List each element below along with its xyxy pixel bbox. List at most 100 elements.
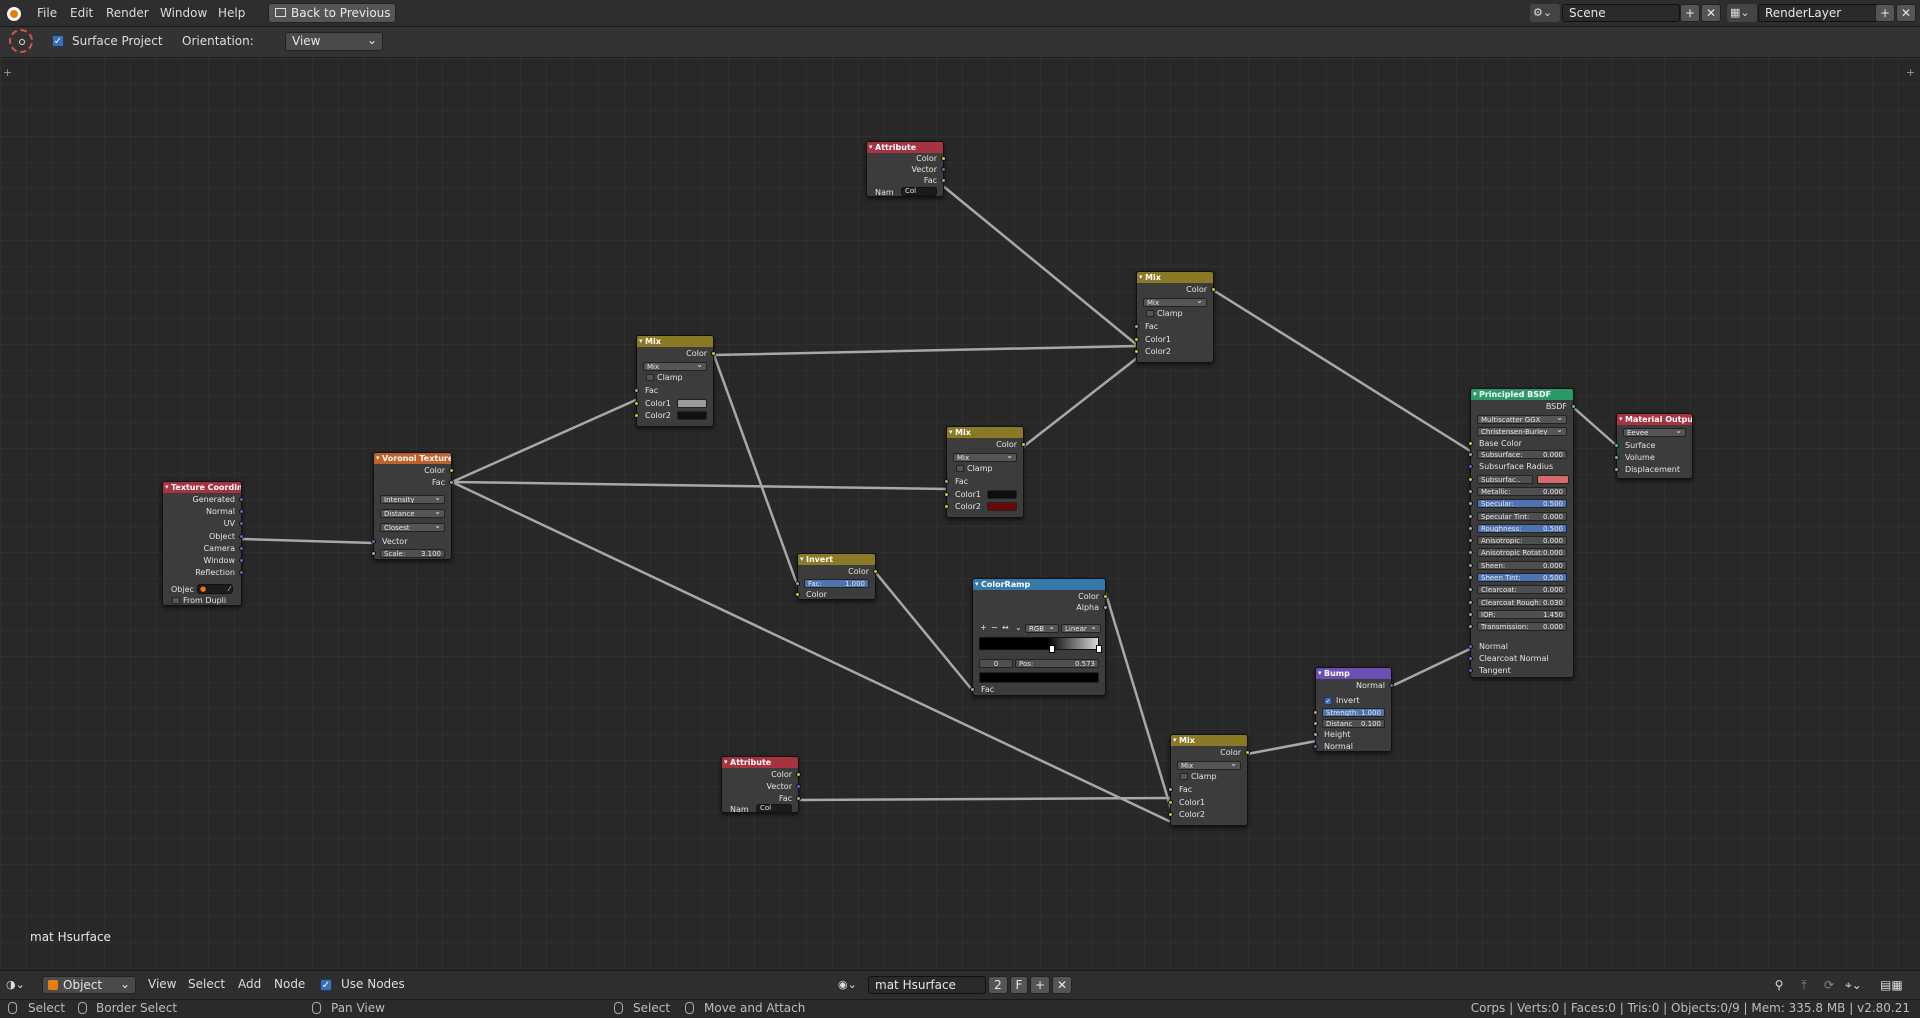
feature-dropdown[interactable]: Closest	[380, 523, 445, 532]
render-layer-field[interactable]: RenderLayer	[1758, 4, 1880, 22]
bsdf-input-socket[interactable]	[1468, 464, 1473, 470]
socket-normal[interactable]	[1389, 683, 1394, 688]
socket-fac-in[interactable]	[1134, 324, 1139, 329]
interpolation-dropdown[interactable]: Linear	[1061, 624, 1101, 633]
cursor-tool-icon[interactable]	[9, 29, 33, 53]
socket-fac[interactable]	[796, 796, 801, 801]
bsdf-input-socket[interactable]	[1468, 599, 1473, 605]
socket-volume-in[interactable]	[1614, 455, 1619, 460]
node-editor-canvas[interactable]: + + Attribute Color Vector Fac Nam	[0, 58, 1920, 969]
mix-node[interactable]: Mix Color Mix Clamp Fac Color1 Color2	[634, 335, 716, 427]
menu-icon[interactable]: ⌄	[1015, 623, 1022, 632]
socket-fac[interactable]	[941, 178, 946, 183]
editor-type-icon[interactable]: ◑⌄	[6, 976, 36, 994]
menu-help[interactable]: Help	[218, 6, 245, 20]
pin-icon[interactable]: ⚲	[1770, 976, 1788, 994]
bsdf-input-field[interactable]: Subsurface: 0.000	[1477, 450, 1567, 459]
socket-fac-in[interactable]	[795, 581, 800, 586]
mode-dropdown[interactable]: Object ⌄	[42, 976, 136, 994]
socket-color[interactable]	[873, 569, 878, 574]
attribute-node[interactable]: Attribute Color Vector Fac Nam Col	[866, 141, 946, 197]
invert-checkbox[interactable]: ✓	[1324, 697, 1332, 705]
distribution-dropdown[interactable]: Multiscatter GGX	[1477, 415, 1567, 424]
blend-type-dropdown[interactable]: Mix	[1177, 761, 1241, 770]
socket-tangent-in[interactable]	[1468, 668, 1473, 673]
render-engine-dropdown[interactable]: Eevee	[1623, 428, 1686, 437]
mix-node[interactable]: Mix Color Mix Clamp Fac Color1 Color2	[1168, 734, 1250, 826]
add-render-layer-button[interactable]: +	[1875, 4, 1895, 22]
blender-logo-icon[interactable]	[5, 5, 23, 23]
bsdf-input-socket[interactable]	[1468, 538, 1473, 544]
add-stop-icon[interactable]: +	[980, 623, 987, 632]
socket-color[interactable]	[1021, 442, 1026, 447]
voronoi-texture-node-header[interactable]: Voronoi Texture	[374, 453, 451, 464]
socket-color2-in[interactable]	[634, 413, 639, 418]
add-scene-button[interactable]: +	[1680, 4, 1700, 22]
distance-field[interactable]: Distanc 0.100	[1322, 719, 1385, 728]
socket-bsdf[interactable]	[1571, 404, 1576, 409]
colorramp-node-header[interactable]: ColorRamp	[973, 579, 1105, 590]
bsdf-input-field[interactable]: Clearcoat: 0.000	[1477, 585, 1567, 595]
texture-coordinate-node[interactable]: Texture Coordin... Generated Normal UV O…	[162, 481, 244, 606]
attribute-node[interactable]: Attribute Color Vector Fac Nam Col	[721, 756, 801, 814]
bsdf-input-socket[interactable]	[1468, 501, 1473, 507]
socket-normal-in[interactable]	[1313, 744, 1318, 749]
attribute-node-header[interactable]: Attribute	[722, 757, 798, 768]
unlink-material-button[interactable]: ✕	[1052, 976, 1072, 994]
menu-edit[interactable]: Edit	[70, 6, 93, 20]
fac-field[interactable]: Fac: 1.000	[804, 579, 869, 588]
socket-fac[interactable]	[449, 480, 454, 485]
menu-add[interactable]: Add	[238, 977, 261, 991]
socket-color[interactable]	[711, 351, 716, 356]
socket-color[interactable]	[796, 772, 801, 777]
socket-distance-in[interactable]	[1313, 721, 1318, 726]
mix-node[interactable]: Mix Color Mix Clamp Fac Color1 Color2	[944, 426, 1026, 518]
bsdf-input-socket[interactable]	[1468, 525, 1473, 531]
socket-normal-in[interactable]	[1468, 644, 1473, 649]
distance-dropdown[interactable]: Distance	[380, 509, 445, 518]
stop-index-field[interactable]: 0	[979, 659, 1013, 668]
texture-coordinate-node-header[interactable]: Texture Coordin...	[163, 482, 241, 493]
bsdf-input-field[interactable]: Anisotropic Rotat: 0.000	[1477, 548, 1567, 558]
mix-node[interactable]: Mix Color Mix Clamp Fac Color1 Color2	[1134, 271, 1216, 363]
bsdf-input-field[interactable]: Sheen: 0.000	[1477, 560, 1567, 570]
principled-bsdf-node-header[interactable]: Principled BSDF	[1471, 389, 1573, 400]
subsurface-method-dropdown[interactable]: Christensen-Burley	[1477, 427, 1567, 436]
invert-node-header[interactable]: Invert	[798, 554, 875, 565]
socket-object[interactable]	[239, 534, 244, 539]
socket-height-in[interactable]	[1313, 732, 1318, 737]
bump-node[interactable]: Bump Normal ✓ Invert Strength: 1.000 Dis…	[1313, 667, 1394, 752]
orientation-dropdown[interactable]: View ⌄	[285, 32, 383, 51]
socket-scale-in[interactable]	[371, 551, 376, 556]
attribute-node-header[interactable]: Attribute	[867, 142, 943, 153]
bsdf-input-field[interactable]: Specular: 0.500	[1477, 499, 1567, 509]
scene-name-field[interactable]: Scene	[1562, 4, 1680, 22]
socket-color2-in[interactable]	[1134, 349, 1139, 354]
mix-node-header[interactable]: Mix	[1171, 735, 1247, 746]
bsdf-input-socket[interactable]	[1468, 611, 1473, 617]
fake-user-button[interactable]: F	[1010, 976, 1028, 994]
menu-node[interactable]: Node	[274, 977, 305, 991]
socket-window[interactable]	[239, 558, 244, 563]
surface-project-checkbox[interactable]: ✓	[52, 35, 64, 47]
socket-color1-in[interactable]	[1168, 800, 1173, 805]
color2-swatch[interactable]	[987, 502, 1017, 511]
bsdf-input-socket[interactable]	[1468, 513, 1473, 519]
principled-bsdf-node[interactable]: Principled BSDF BSDF Multiscatter GGX Ch…	[1468, 388, 1576, 678]
render-layer-icon[interactable]: ▦⌄	[1727, 4, 1757, 22]
material-output-node-header[interactable]: Material Output	[1617, 414, 1692, 425]
bsdf-input-socket[interactable]	[1468, 575, 1473, 580]
material-output-node[interactable]: Material Output Eevee Surface Volume Dis…	[1614, 413, 1693, 479]
mix-node-header[interactable]: Mix	[637, 336, 713, 347]
bsdf-input-socket[interactable]	[1468, 624, 1473, 630]
socket-color2-in[interactable]	[1168, 812, 1173, 817]
socket-color[interactable]	[1245, 750, 1250, 755]
remove-stop-icon[interactable]: −	[991, 623, 998, 632]
socket-fac-in[interactable]	[944, 479, 949, 484]
flip-icon[interactable]: ↔	[1002, 623, 1009, 632]
socket-color-in[interactable]	[795, 592, 800, 597]
ramp-stop-handle[interactable]	[1049, 645, 1055, 653]
menu-view[interactable]: View	[148, 977, 176, 991]
from-dupli-checkbox[interactable]	[172, 597, 180, 604]
back-to-previous-button[interactable]: Back to Previous	[268, 3, 396, 23]
